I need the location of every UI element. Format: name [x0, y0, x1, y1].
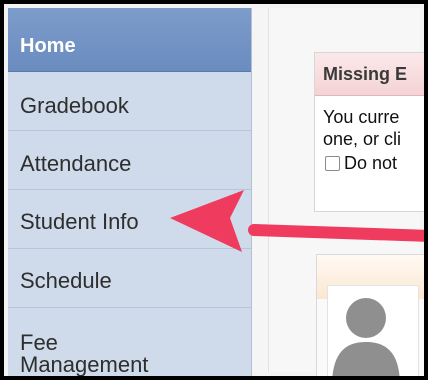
sidebar-nav: Home Gradebook Attendance Student Info S…	[8, 8, 252, 377]
sidebar-item-label: Attendance	[20, 151, 132, 176]
sidebar-item-gradebook[interactable]: Gradebook	[8, 72, 251, 131]
alert-title: Missing E	[315, 53, 424, 96]
alert-body: You curre one, or cli Do not	[315, 96, 424, 174]
do-not-checkbox-row[interactable]: Do not	[323, 152, 424, 174]
sidebar-item-label: Fee Management	[20, 330, 149, 377]
profile-card	[316, 254, 424, 376]
alert-line-1: You curre	[323, 107, 400, 127]
sidebar-item-label: Gradebook	[20, 93, 129, 118]
user-avatar-icon	[327, 285, 419, 376]
alert-line-2: one, or cli	[323, 129, 402, 149]
missing-alert-box: Missing E You curre one, or cli Do not	[314, 52, 424, 212]
sidebar-item-home[interactable]: Home	[8, 8, 251, 72]
sidebar-item-fee-management[interactable]: Fee Management	[8, 308, 188, 377]
sidebar-item-label: Student Info	[20, 209, 139, 234]
main-content: Missing E You curre one, or cli Do not	[252, 8, 424, 376]
checkbox-label: Do not	[344, 153, 398, 173]
sidebar-item-label: Home	[20, 35, 76, 57]
sidebar-item-schedule[interactable]: Schedule	[8, 249, 251, 308]
sidebar-item-label: Schedule	[20, 268, 112, 293]
sidebar-item-attendance[interactable]: Attendance	[8, 131, 251, 190]
do-not-checkbox[interactable]	[325, 155, 340, 171]
screenshot-frame: Home Gradebook Attendance Student Info S…	[0, 0, 428, 380]
sidebar-item-student-info[interactable]: Student Info	[8, 190, 251, 249]
